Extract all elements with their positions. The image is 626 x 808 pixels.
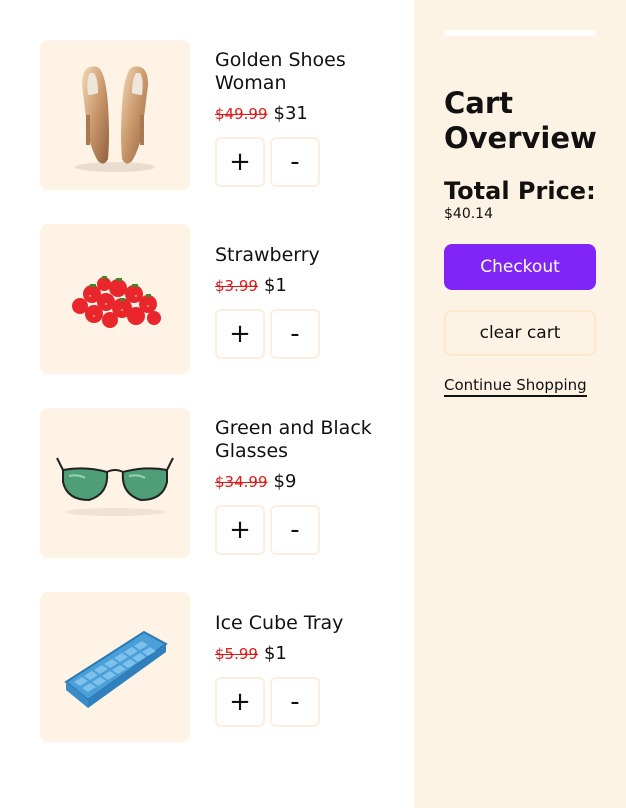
strawberries-image: [72, 276, 161, 328]
original-price: $34.99: [215, 473, 268, 491]
item-name: Golden Shoes Woman: [215, 49, 346, 94]
panel-top-bar: [444, 30, 596, 36]
sale-price: $1: [263, 275, 287, 296]
price-line: $5.99 $1: [215, 643, 400, 667]
clear-cart-button[interactable]: clear cart: [444, 310, 596, 356]
ice-cube-tray-image: [64, 630, 168, 708]
sale-price: $31: [273, 103, 308, 124]
increase-quantity-button[interactable]: +: [215, 677, 265, 727]
decrease-quantity-button[interactable]: -: [270, 137, 320, 187]
cart-item: Strawberry $3.99 $1 + -: [40, 224, 400, 374]
product-image: [40, 408, 190, 558]
increase-quantity-button[interactable]: +: [215, 505, 265, 555]
decrease-quantity-button[interactable]: -: [270, 677, 320, 727]
increase-quantity-button[interactable]: +: [215, 309, 265, 359]
total-price-value: $40.14: [444, 206, 493, 222]
item-name: Green and Black Glasses: [215, 417, 372, 462]
price-line: $49.99 $31: [215, 103, 400, 127]
product-image: [40, 592, 190, 742]
cart-overview-title: Cart Overview: [444, 86, 597, 155]
checkout-button[interactable]: Checkout: [444, 244, 596, 290]
decrease-quantity-button[interactable]: -: [270, 505, 320, 555]
original-price: $5.99: [215, 645, 258, 663]
decrease-quantity-button[interactable]: -: [270, 309, 320, 359]
item-details: Golden Shoes Woman $49.99 $31 + -: [215, 49, 400, 187]
cart-item: Ice Cube Tray $5.99 $1 + -: [40, 592, 400, 742]
cart-item: Green and Black Glasses $34.99 $9 + -: [40, 408, 400, 558]
cart-overview-panel: Cart Overview Total Price: $40.14 Checko…: [414, 0, 626, 808]
sale-price: $9: [273, 471, 297, 492]
original-price: $3.99: [215, 277, 258, 295]
item-details: Strawberry $3.99 $1 + -: [215, 244, 400, 359]
item-name: Ice Cube Tray: [215, 612, 344, 634]
item-name: Strawberry: [215, 244, 320, 266]
cart-item: Golden Shoes Woman $49.99 $31 + -: [40, 40, 400, 190]
item-details: Green and Black Glasses $34.99 $9 + -: [215, 417, 400, 555]
price-line: $34.99 $9: [215, 471, 400, 495]
sunglasses-image: [56, 457, 174, 516]
quantity-controls: + -: [215, 137, 400, 187]
sale-price: $1: [263, 643, 287, 664]
total-price-label: Total Price:: [444, 177, 596, 205]
original-price: $49.99: [215, 105, 268, 123]
quantity-controls: + -: [215, 677, 400, 727]
cart-items-list: Golden Shoes Woman $49.99 $31 + - Strawb…: [0, 0, 414, 808]
item-details: Ice Cube Tray $5.99 $1 + -: [215, 612, 400, 727]
product-image: [40, 40, 190, 190]
increase-quantity-button[interactable]: +: [215, 137, 265, 187]
continue-shopping-link[interactable]: Continue Shopping: [444, 376, 587, 397]
gold-heels-image: [75, 66, 155, 172]
quantity-controls: + -: [215, 309, 400, 359]
quantity-controls: + -: [215, 505, 400, 555]
price-line: $3.99 $1: [215, 275, 400, 299]
product-image: [40, 224, 190, 374]
